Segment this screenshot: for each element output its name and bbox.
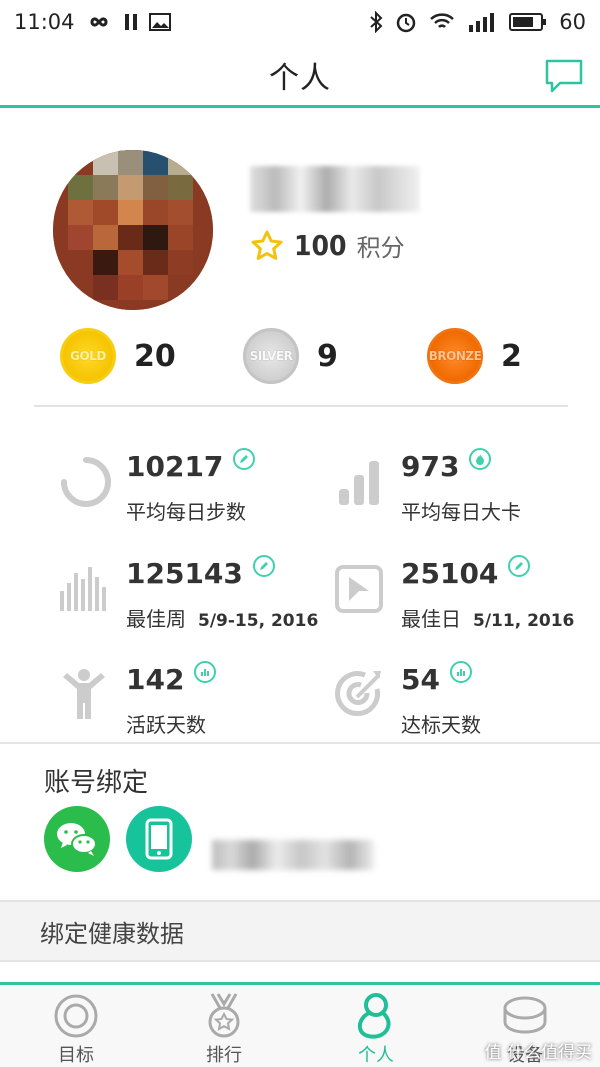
- silver-coin-icon: SILVER: [243, 328, 299, 384]
- infinity-icon: [85, 14, 113, 30]
- bind-health-data-row[interactable]: 绑定健康数据: [0, 900, 600, 962]
- signal-icon: [467, 11, 497, 33]
- person-jump-icon: [54, 665, 114, 725]
- health-label: 绑定健康数据: [40, 919, 184, 948]
- message-button[interactable]: [544, 58, 584, 94]
- phone-icon: [145, 818, 173, 860]
- points-value: 100: [294, 229, 347, 262]
- stat-avg-steps[interactable]: 10217 平均每日步数: [54, 440, 334, 535]
- bronze-coin-icon: BRONZE: [427, 328, 483, 384]
- stats-grid: 10217 平均每日步数 973 平均每日大卡 125143 最佳周 5/9-15…: [0, 430, 600, 740]
- edit-badge-icon: [508, 554, 531, 577]
- stat-goal-days[interactable]: 54 达标天数: [329, 653, 600, 748]
- week-bars-icon: [54, 559, 114, 619]
- avatar-image: [53, 150, 213, 310]
- stat-value: 142: [126, 663, 185, 696]
- stat-label: 平均每日大卡: [401, 500, 521, 524]
- status-bar: 11:04 60: [0, 0, 600, 44]
- chart-badge-icon: [194, 660, 217, 683]
- band-icon: [500, 993, 550, 1039]
- chart-badge-icon: [449, 660, 472, 683]
- phone-button[interactable]: [126, 806, 192, 872]
- stat-value: 125143: [126, 557, 243, 590]
- points-unit: 积分: [356, 234, 405, 262]
- tab-label: 个人: [358, 1045, 394, 1066]
- profile-section: 100 积分: [0, 128, 600, 318]
- stat-value: 10217: [126, 450, 224, 483]
- edit-badge-icon: [252, 554, 275, 577]
- battery-icon: [509, 12, 547, 32]
- wechat-button[interactable]: [44, 806, 110, 872]
- bronze-count: 2: [501, 338, 522, 374]
- tab-ranking[interactable]: 排行: [174, 993, 274, 1067]
- star-icon: [251, 230, 283, 260]
- tab-label: 排行: [206, 1045, 242, 1066]
- chat-bubble-icon: [545, 59, 583, 93]
- pause-icon: [123, 13, 139, 31]
- stat-value: 54: [401, 663, 440, 696]
- bluetooth-icon: [369, 11, 383, 33]
- stat-label: 最佳周: [126, 607, 186, 631]
- points: 100 积分: [250, 228, 405, 263]
- edit-badge-icon: [233, 447, 256, 470]
- tab-label: 目标: [58, 1045, 94, 1066]
- medals-row: GOLD 20 SILVER 9 BRONZE 2: [0, 328, 600, 392]
- flag-square-icon: [329, 559, 389, 619]
- wechat-icon: [57, 823, 97, 856]
- gold-medal[interactable]: GOLD 20: [60, 328, 176, 384]
- status-time: 11:04: [14, 10, 75, 34]
- stat-label: 最佳日: [401, 607, 461, 631]
- divider: [34, 405, 568, 407]
- silver-medal[interactable]: SILVER 9: [243, 328, 338, 384]
- account-binding-section: 账号绑定: [0, 744, 600, 900]
- silver-count: 9: [317, 338, 338, 374]
- stat-avg-calories[interactable]: 973 平均每日大卡: [329, 440, 600, 535]
- title-bar: 个人: [0, 44, 600, 108]
- image-icon: [148, 13, 171, 31]
- stat-value: 25104: [401, 557, 499, 590]
- wifi-icon: [429, 12, 455, 32]
- stat-active-days[interactable]: 142 活跃天数: [54, 653, 334, 748]
- stat-best-day[interactable]: 25104 最佳日 5/11, 2016: [329, 547, 600, 642]
- tab-personal[interactable]: 个人: [326, 993, 426, 1067]
- battery-level: 60: [559, 10, 586, 34]
- stat-value: 973: [401, 450, 460, 483]
- target-arrow-icon: [329, 665, 389, 725]
- stat-label: 平均每日步数: [126, 500, 246, 524]
- gold-count: 20: [134, 338, 176, 374]
- stat-date: 5/9-15, 2016: [198, 611, 319, 631]
- bar-level-icon: [329, 452, 389, 512]
- watermark: 值 什么值得买: [484, 1043, 592, 1063]
- stat-label: 达标天数: [401, 713, 481, 737]
- phone-number-blurred: [212, 840, 374, 870]
- avatar[interactable]: [53, 150, 213, 310]
- tab-target[interactable]: 目标: [26, 993, 126, 1067]
- target-icon: [51, 993, 101, 1039]
- alarm-icon: [395, 11, 417, 33]
- bronze-medal[interactable]: BRONZE 2: [427, 328, 522, 384]
- stat-label: 活跃天数: [126, 713, 206, 737]
- page-title: 个人: [269, 60, 331, 96]
- medal-icon: [199, 993, 249, 1039]
- stat-date: 5/11, 2016: [473, 611, 575, 631]
- steps-ring-icon: [54, 452, 114, 512]
- username-blurred: [250, 166, 420, 212]
- flame-badge-icon: [469, 447, 492, 470]
- stat-best-week[interactable]: 125143 最佳周 5/9-15, 2016: [54, 547, 334, 642]
- section-title: 账号绑定: [44, 768, 149, 798]
- person-icon: [351, 993, 401, 1039]
- gold-coin-icon: GOLD: [60, 328, 116, 384]
